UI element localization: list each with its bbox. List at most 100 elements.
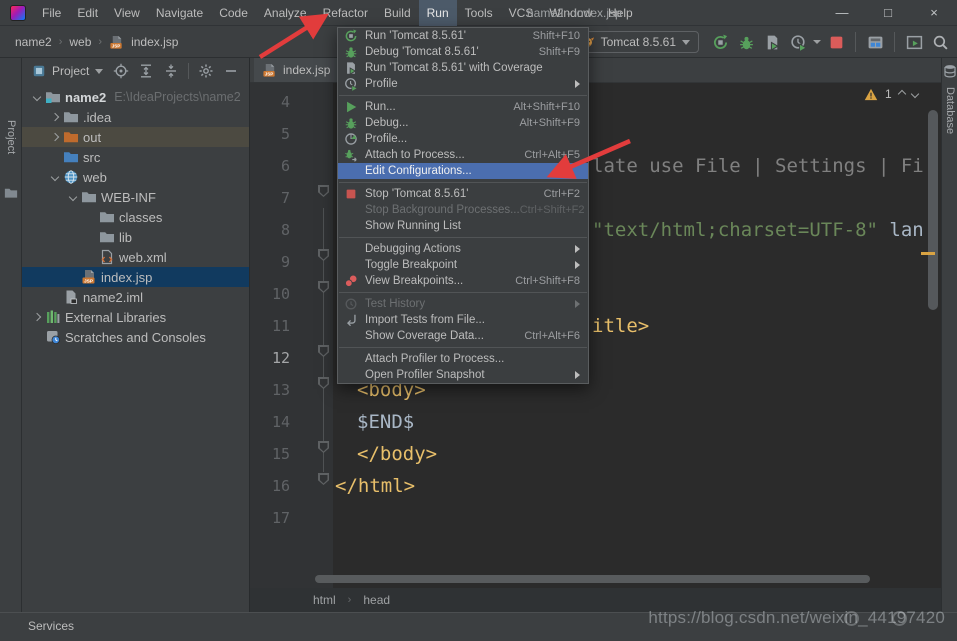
menu-item-stop-background-processes[interactable]: Stop Background Processes...Ctrl+Shift+F… <box>338 202 588 218</box>
run-configuration-selector[interactable]: Tomcat 8.5.61 <box>571 31 699 53</box>
previous-highlight-icon[interactable] <box>897 90 905 98</box>
inspection-widget: 1 <box>864 86 918 102</box>
hide-panel-icon[interactable] <box>223 63 239 79</box>
menu-item-toggle-breakpoint[interactable]: Toggle Breakpoint <box>338 257 588 273</box>
toolwindow-button[interactable] <box>903 31 925 53</box>
horizontal-scrollbar[interactable] <box>315 575 870 583</box>
menu-item-show-running-list[interactable]: Show Running List <box>338 218 588 234</box>
debug-button[interactable] <box>735 31 757 53</box>
menu-item-label: Debug... <box>365 117 408 129</box>
fold-marker-icon[interactable] <box>318 441 329 453</box>
breadcrumb-item-name2[interactable]: name2 <box>15 35 52 49</box>
chevron-down-icon[interactable] <box>64 194 81 200</box>
menu-item-run[interactable]: Run...Alt+Shift+F10 <box>338 99 588 115</box>
tree-item-idea[interactable]: .idea <box>22 107 249 127</box>
stop-icon <box>344 187 358 201</box>
tree-item-src[interactable]: src <box>22 147 249 167</box>
menu-item-run-tomcat-8-5-61[interactable]: Run 'Tomcat 8.5.61'Shift+F10 <box>338 28 588 44</box>
code-fragment: "text/html;charset=UTF-8" <box>592 219 878 241</box>
menubar-item-edit[interactable]: Edit <box>69 0 106 26</box>
chevron-right-icon[interactable] <box>46 134 63 140</box>
chevron-down-icon[interactable] <box>813 40 821 44</box>
tree-item-name2[interactable]: name2E:\IdeaProjects\name2 <box>22 87 249 107</box>
excluded-folder-icon <box>63 129 79 145</box>
tree-item-index-jsp[interactable]: JSPindex.jsp <box>22 267 249 287</box>
tree-item-out[interactable]: out <box>22 127 249 147</box>
rerun-button[interactable] <box>709 31 731 53</box>
close-button[interactable]: × <box>911 0 957 26</box>
menubar-item-view[interactable]: View <box>106 0 148 26</box>
menu-item-open-profiler-snapshot[interactable]: Open Profiler Snapshot <box>338 367 588 383</box>
editor-breadcrumb-head[interactable]: head <box>363 593 390 607</box>
tree-item-web[interactable]: web <box>22 167 249 187</box>
project-tool-button[interactable]: Project <box>5 120 17 154</box>
maximize-button[interactable]: □ <box>865 0 911 26</box>
menu-item-shortcut: Alt+Shift+F10 <box>513 101 580 113</box>
menu-item-stop-tomcat-8-5-61[interactable]: Stop 'Tomcat 8.5.61'Ctrl+F2 <box>338 186 588 202</box>
tree-item-classes[interactable]: classes <box>22 207 249 227</box>
menubar-item-file[interactable]: File <box>34 0 69 26</box>
minimize-button[interactable]: — <box>819 0 865 26</box>
menu-item-debug-tomcat-8-5-61[interactable]: Debug 'Tomcat 8.5.61'Shift+F9 <box>338 44 588 60</box>
stop-run-button[interactable] <box>825 31 847 53</box>
menu-item-icon-slot <box>344 368 358 382</box>
project-view-selector[interactable]: Project <box>52 64 89 78</box>
line-number: 6 <box>250 150 290 182</box>
chevron-glyph <box>50 113 58 121</box>
menu-item-edit-configurations[interactable]: Edit Configurations... <box>338 163 588 179</box>
chevron-right-icon[interactable] <box>46 114 63 120</box>
fold-marker-icon[interactable] <box>318 249 329 261</box>
database-tool-button[interactable]: Database <box>944 87 956 134</box>
fold-marker-icon[interactable] <box>318 281 329 293</box>
menu-item-attach-to-process[interactable]: Attach to Process...Ctrl+Alt+F5 <box>338 147 588 163</box>
gear-icon[interactable] <box>198 63 214 79</box>
menu-item-test-history[interactable]: Test History <box>338 296 588 312</box>
menu-item-run-tomcat-8-5-61-with-coverage[interactable]: Run 'Tomcat 8.5.61' with Coverage <box>338 60 588 76</box>
next-highlight-icon[interactable] <box>910 90 918 98</box>
menu-item-debugging-actions[interactable]: Debugging Actions <box>338 241 588 257</box>
menu-item-view-breakpoints[interactable]: View Breakpoints...Ctrl+Shift+F8 <box>338 273 588 289</box>
breadcrumb-item-index-jsp[interactable]: index.jsp <box>131 35 178 49</box>
tree-item-web-xml[interactable]: web.xml <box>22 247 249 267</box>
tree-item-lib[interactable]: lib <box>22 227 249 247</box>
project-view-icon <box>32 64 46 78</box>
vertical-scrollbar[interactable] <box>928 110 938 310</box>
locate-file-icon[interactable] <box>113 63 129 79</box>
library-icon <box>45 309 61 325</box>
expand-all-icon[interactable] <box>138 63 154 79</box>
fold-marker-icon[interactable] <box>318 185 329 197</box>
menu-item-profile[interactable]: Profile... <box>338 131 588 147</box>
menubar-item-build[interactable]: Build <box>376 0 419 26</box>
tree-item-name2-iml[interactable]: name2.iml <box>22 287 249 307</box>
profile-button[interactable] <box>787 31 809 53</box>
warning-stripe-mark[interactable] <box>921 252 935 255</box>
collapse-all-icon[interactable] <box>163 63 179 79</box>
breadcrumb-item-web[interactable]: web <box>69 35 91 49</box>
menubar-item-code[interactable]: Code <box>211 0 256 26</box>
menubar-item-navigate[interactable]: Navigate <box>148 0 211 26</box>
services-tool-button[interactable]: Services <box>28 613 74 640</box>
menu-item-profile[interactable]: Profile <box>338 76 588 92</box>
menubar-item-run[interactable]: Run <box>419 0 457 26</box>
coverage-button[interactable] <box>761 31 783 53</box>
chevron-down-icon[interactable] <box>28 94 45 100</box>
services-button[interactable] <box>864 31 886 53</box>
menubar-item-refactor[interactable]: Refactor <box>315 0 376 26</box>
tree-item-web-inf[interactable]: WEB-INF <box>22 187 249 207</box>
menu-item-debug[interactable]: Debug...Alt+Shift+F9 <box>338 115 588 131</box>
chevron-down-icon[interactable] <box>46 174 63 180</box>
menubar-item-tools[interactable]: Tools <box>457 0 501 26</box>
menubar-item-analyze[interactable]: Analyze <box>256 0 315 26</box>
menu-item-import-tests-from-file[interactable]: Import Tests from File... <box>338 312 588 328</box>
editor-breadcrumb-html[interactable]: html <box>313 593 336 607</box>
search-button[interactable] <box>929 31 951 53</box>
tree-item-external-libraries[interactable]: External Libraries <box>22 307 249 327</box>
fold-marker-icon[interactable] <box>318 473 329 485</box>
tree-item-label: src <box>83 150 100 165</box>
menu-item-attach-profiler-to-process[interactable]: Attach Profiler to Process... <box>338 351 588 367</box>
tree-item-scratches-and-consoles[interactable]: Scratches and Consoles <box>22 327 249 347</box>
fold-marker-icon[interactable] <box>318 345 329 357</box>
menu-item-show-coverage-data[interactable]: Show Coverage Data...Ctrl+Alt+F6 <box>338 328 588 344</box>
chevron-right-icon[interactable] <box>28 314 45 320</box>
fold-marker-icon[interactable] <box>318 377 329 389</box>
